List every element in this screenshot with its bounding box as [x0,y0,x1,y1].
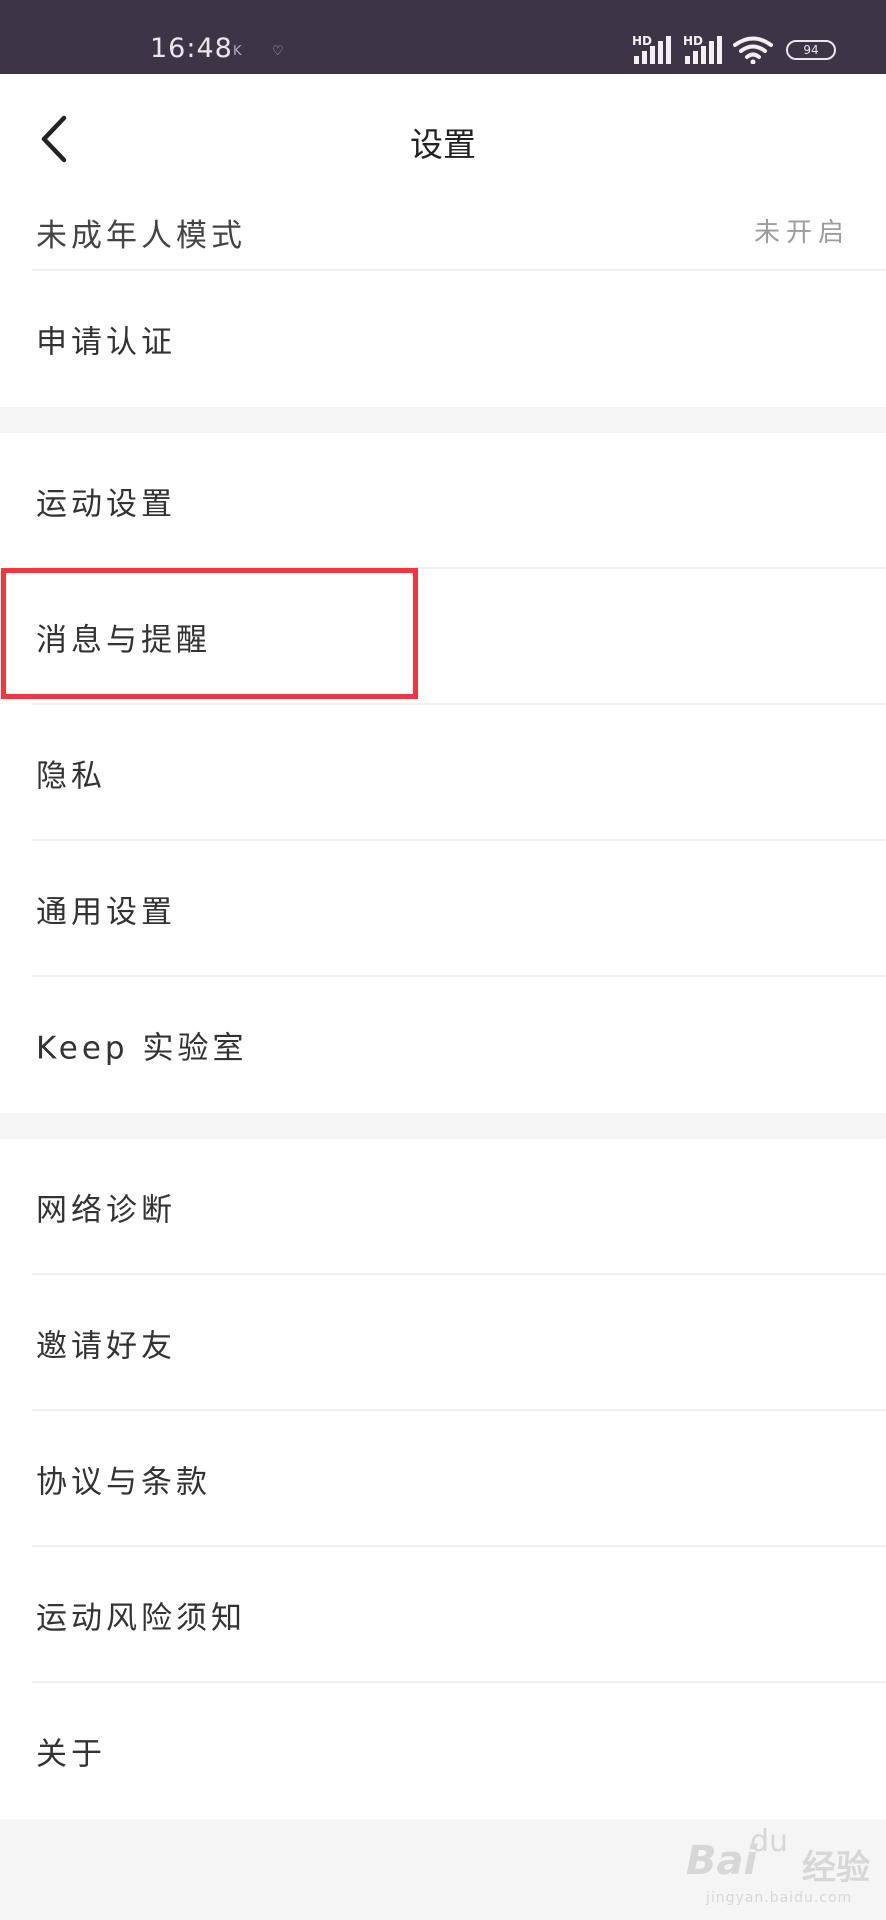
battery-icon: 94 [786,40,836,60]
baidu-watermark: Bai du 经验 jingyan.baidu.com [686,1824,876,1906]
settings-group-main: 运动设置 消息与提醒 隐私 通用设置 Keep 实验室 [0,433,886,1113]
status-bar: 16:48 K ♡ HD HD 94 [0,0,886,74]
settings-item-label: 邀请好友 [36,1328,176,1365]
settings-item-about[interactable]: 关于 [0,1683,886,1819]
watermark-text: 经验 [802,1848,870,1888]
watermark-brand: Bai [686,1838,758,1884]
settings-item-label: 隐私 [36,758,106,795]
settings-item-label: 运动设置 [36,486,176,523]
nav-bar: 设置 [0,74,886,200]
notification-icon-2: ♡ [272,44,284,59]
hd-label-2: HD [683,34,704,48]
settings-item-label: 协议与条款 [36,1464,211,1501]
status-time: 16:48 [150,33,233,64]
settings-item-label: 关于 [36,1736,106,1773]
settings-item-label: Keep 实验室 [36,1030,248,1067]
settings-item-general-settings[interactable]: 通用设置 [0,841,886,977]
page-title: 设置 [410,125,476,164]
settings-item-label: 网络诊断 [36,1192,176,1229]
settings-item-keep-lab[interactable]: Keep 实验室 [0,977,886,1113]
settings-item-privacy[interactable]: 隐私 [0,705,886,841]
settings-item-label: 申请认证 [36,324,176,361]
settings-item-value: 未开启 [753,218,850,248]
notification-icon: K [233,44,242,59]
settings-item-network-diagnosis[interactable]: 网络诊断 [0,1139,886,1275]
settings-item-label: 消息与提醒 [36,622,211,659]
settings-group-other: 网络诊断 邀请好友 协议与条款 运动风险须知 关于 [0,1139,886,1819]
settings-group-account: 未成年人模式 未开启 申请认证 [0,200,886,407]
settings-item-minor-mode[interactable]: 未成年人模式 未开启 [0,200,886,271]
settings-item-messages-reminders[interactable]: 消息与提醒 [0,569,886,705]
settings-item-label: 未成年人模式 [36,218,246,254]
settings-item-label: 通用设置 [36,894,176,931]
settings-item-terms[interactable]: 协议与条款 [0,1411,886,1547]
cell-signal-icon: HD [632,34,686,64]
hd-label: HD [632,34,653,48]
settings-item-apply-verification[interactable]: 申请认证 [0,271,886,407]
settings-item-invite-friends[interactable]: 邀请好友 [0,1275,886,1411]
settings-item-label: 运动风险须知 [36,1600,246,1637]
settings-item-exercise-risk-notice[interactable]: 运动风险须知 [0,1547,886,1683]
wifi-icon [733,36,773,64]
paw-logo-icon: du [750,1824,789,1859]
settings-item-sport-settings[interactable]: 运动设置 [0,433,886,569]
cell-signal-icon-2: HD [683,34,737,64]
watermark-url: jingyan.baidu.com [706,1890,853,1906]
